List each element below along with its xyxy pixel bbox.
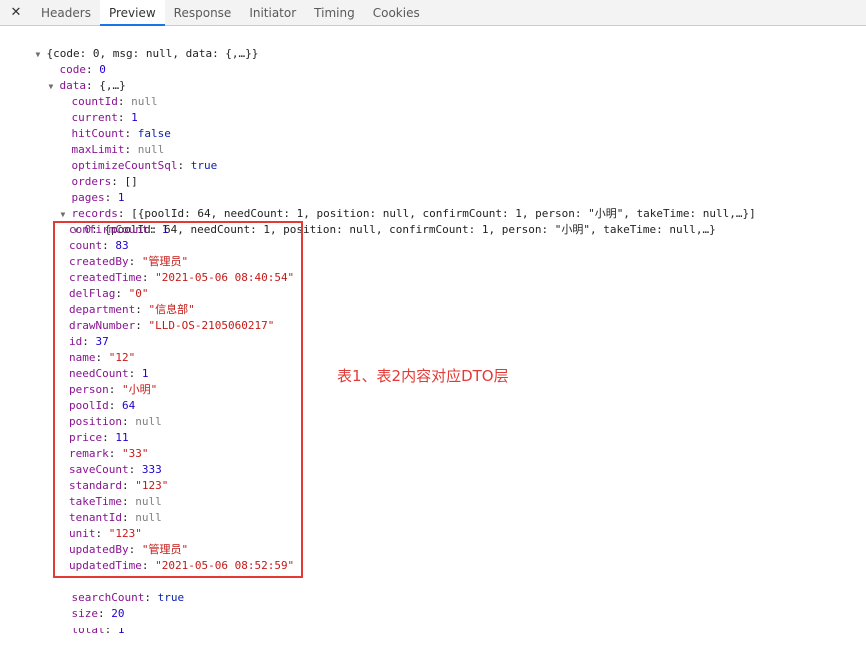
tab-timing[interactable]: Timing	[305, 0, 364, 25]
tree-row-data[interactable]: ▼ data: {,…}	[22, 62, 126, 92]
tree-row-pages[interactable]: pages: 1	[45, 174, 125, 204]
tree-row-code[interactable]: code: 0	[33, 46, 106, 76]
tab-preview[interactable]: Preview	[99, 0, 165, 26]
tab-cookies[interactable]: Cookies	[364, 0, 429, 25]
close-icon[interactable]: ✕	[0, 0, 32, 25]
tree-root[interactable]: ▼ {code: 0, msg: null, data: {,…}}	[9, 30, 259, 60]
tree-row-record-0[interactable]: ▼ 0: {poolId: 64, needCount: 1, position:…	[47, 206, 716, 236]
annotation-text: 表1、表2内容对应DTO层	[337, 367, 509, 385]
devtools-tabbar: ✕ Headers Preview Response Initiator Tim…	[0, 0, 866, 26]
tree-row-orders[interactable]: orders: []	[45, 158, 138, 188]
tree-row-countId[interactable]: countId: null	[45, 78, 158, 108]
highlight-box	[53, 221, 303, 578]
tab-initiator[interactable]: Initiator	[240, 0, 305, 25]
tree-row-hitCount[interactable]: hitCount: false	[45, 110, 171, 140]
tree-row-size[interactable]: size: 20	[45, 590, 125, 620]
tab-headers[interactable]: Headers	[32, 0, 100, 25]
tree-row-maxLimit[interactable]: maxLimit: null	[45, 126, 165, 156]
tree-row-current[interactable]: current: 1	[45, 94, 138, 124]
tab-response[interactable]: Response	[165, 0, 241, 25]
tree-row-records[interactable]: ▼ records: [{poolId: 64, needCount: 1, po…	[34, 190, 756, 220]
tree-row-optimizeCountSql[interactable]: optimizeCountSql: true	[45, 142, 218, 172]
bottom-cutoff	[0, 620, 866, 628]
